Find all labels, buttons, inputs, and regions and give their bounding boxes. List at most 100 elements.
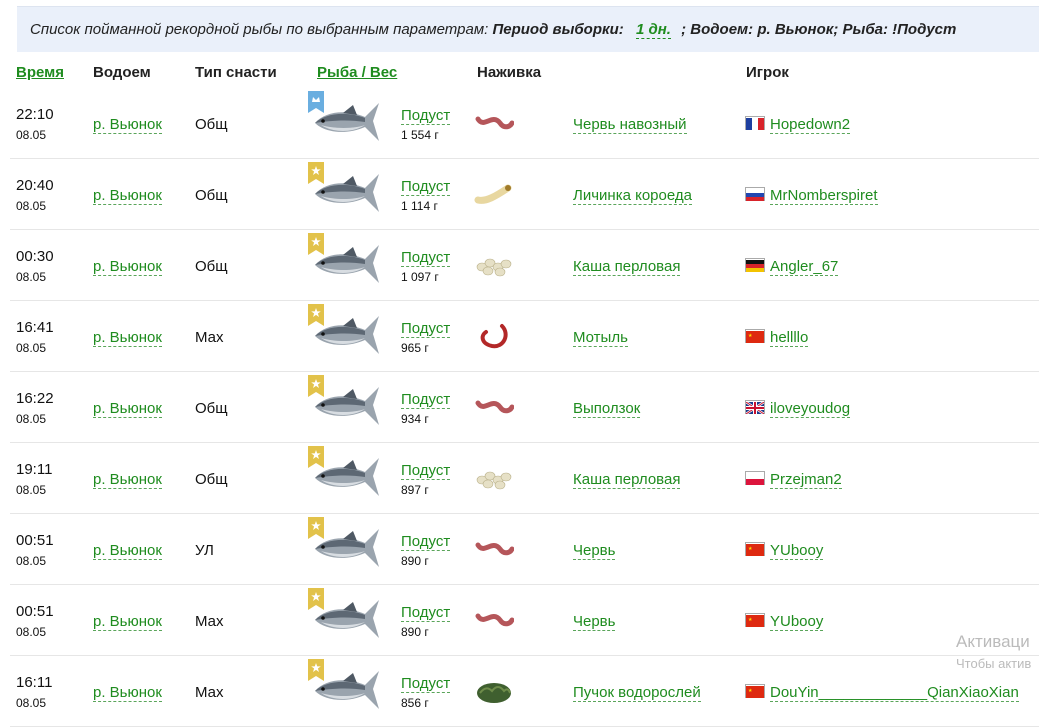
svg-text:★: ★ bbox=[748, 688, 753, 694]
catch-date: 08.05 bbox=[16, 554, 47, 568]
flag-china-icon: ★ bbox=[745, 329, 765, 343]
header-player: Игрок bbox=[746, 64, 789, 81]
header-bait: Наживка bbox=[477, 64, 542, 81]
flag-france-icon bbox=[745, 116, 765, 130]
player-link[interactable]: DouYin_____________QianXiaoXian bbox=[770, 684, 1019, 702]
fish-link[interactable]: Подуст bbox=[401, 604, 451, 622]
gear-type: Мах bbox=[195, 684, 224, 701]
catch-date: 08.05 bbox=[16, 625, 47, 639]
bait-link[interactable]: Червь bbox=[573, 542, 616, 560]
player-link[interactable]: Hopedown2 bbox=[770, 116, 851, 134]
lake-link[interactable]: р. Вьюнок bbox=[93, 471, 162, 489]
banner-suffix: ; Водоем: р. Вьюнок; Рыба: !Подуст bbox=[681, 21, 957, 38]
catch-time: 00:51 bbox=[16, 603, 54, 620]
fish-weight: 965 г bbox=[401, 341, 429, 355]
fish-link[interactable]: Подуст bbox=[401, 320, 451, 338]
header-fish-sort[interactable]: Рыба / Вес bbox=[317, 64, 397, 81]
fish-link[interactable]: Подуст bbox=[401, 391, 451, 409]
catch-date: 08.05 bbox=[16, 341, 47, 355]
lake-link[interactable]: р. Вьюнок bbox=[93, 329, 162, 347]
bait-link[interactable]: Выползок bbox=[573, 400, 641, 418]
period-label: Период выборки: bbox=[492, 21, 624, 38]
table-row: 00:51 08.05 р. Вьюнок Мах Подуст 890 г Червь ★ Y… bbox=[10, 584, 1039, 656]
fish-weight: 1 097 г bbox=[401, 270, 439, 284]
header-time-sort[interactable]: Время bbox=[16, 64, 64, 81]
bait-link[interactable]: Каша перловая bbox=[573, 471, 681, 489]
fish-link[interactable]: Подуст bbox=[401, 533, 451, 551]
gear-type: Мах bbox=[195, 329, 224, 346]
table-row: 20:40 08.05 р. Вьюнок Общ Подуст 1 114 г Личин… bbox=[10, 158, 1039, 230]
fish-link[interactable]: Подуст bbox=[401, 462, 451, 480]
catch-date: 08.05 bbox=[16, 696, 47, 710]
catch-time: 20:40 bbox=[16, 177, 54, 194]
porridge-icon bbox=[474, 464, 514, 492]
fish-weight: 1 554 г bbox=[401, 128, 439, 142]
banner-prefix: Список пойманной рекордной рыбы по выбра… bbox=[30, 21, 489, 38]
catch-time: 00:30 bbox=[16, 248, 54, 265]
fish-weight: 890 г bbox=[401, 625, 429, 639]
flag-russia-icon bbox=[745, 187, 765, 201]
header-gear: Тип снасти bbox=[195, 64, 277, 81]
bait-link[interactable]: Червь bbox=[573, 613, 616, 631]
lake-link[interactable]: р. Вьюнок bbox=[93, 116, 162, 134]
catch-date: 08.05 bbox=[16, 412, 47, 426]
bait-link[interactable]: Червь навозный bbox=[573, 116, 687, 134]
lake-link[interactable]: р. Вьюнок bbox=[93, 400, 162, 418]
catch-time: 16:41 bbox=[16, 319, 54, 336]
bait-link[interactable]: Мотыль bbox=[573, 329, 628, 347]
player-link[interactable]: MrNomberspiret bbox=[770, 187, 878, 205]
fish-icon bbox=[313, 95, 381, 145]
catch-date: 08.05 bbox=[16, 483, 47, 497]
fish-link[interactable]: Подуст bbox=[401, 675, 451, 693]
watermark-line1: Активаци bbox=[956, 632, 1030, 651]
algae-icon bbox=[474, 677, 514, 705]
bait-link[interactable]: Каша перловая bbox=[573, 258, 681, 276]
flag-china-icon: ★ bbox=[745, 684, 765, 698]
fish-link[interactable]: Подуст bbox=[401, 107, 451, 125]
worm-icon bbox=[474, 535, 515, 563]
fish-icon bbox=[313, 379, 381, 429]
catch-time: 16:11 bbox=[16, 674, 53, 691]
flag-uk-icon bbox=[745, 400, 765, 415]
bait-link[interactable]: Личинка короеда bbox=[573, 187, 692, 205]
catch-time: 00:51 bbox=[16, 532, 54, 549]
catch-date: 08.05 bbox=[16, 270, 47, 284]
catch-date: 08.05 bbox=[16, 199, 47, 213]
player-link[interactable]: Przejman2 bbox=[770, 471, 842, 489]
table-row: 00:51 08.05 р. Вьюнок УЛ Подуст 890 г Червь ★ YU… bbox=[10, 513, 1039, 585]
lake-link[interactable]: р. Вьюнок bbox=[93, 542, 162, 560]
player-link[interactable]: iloveyoudog bbox=[770, 400, 851, 418]
bait-link[interactable]: Пучок водорослей bbox=[573, 684, 701, 702]
lake-link[interactable]: р. Вьюнок bbox=[93, 613, 162, 631]
gear-type: Общ bbox=[195, 258, 228, 275]
player-link[interactable]: YUbooy bbox=[770, 542, 824, 560]
fish-icon bbox=[313, 166, 381, 216]
table-row: 22:10 08.05 р. Вьюнок Общ Подуст 1 554 г Червь… bbox=[10, 87, 1039, 159]
lake-link[interactable]: р. Вьюнок bbox=[93, 187, 162, 205]
fish-weight: 897 г bbox=[401, 483, 429, 497]
player-link[interactable]: hellllo bbox=[770, 329, 809, 347]
fish-icon bbox=[313, 450, 381, 500]
bloodworm-icon bbox=[474, 322, 514, 350]
gear-type: Общ bbox=[195, 400, 228, 417]
header-lake: Водоем bbox=[93, 64, 151, 81]
player-link[interactable]: Angler_67 bbox=[770, 258, 839, 276]
gear-type: Общ bbox=[195, 471, 228, 488]
fish-icon bbox=[313, 592, 381, 642]
catch-date: 08.05 bbox=[16, 128, 47, 142]
fish-link[interactable]: Подуст bbox=[401, 178, 451, 196]
lake-link[interactable]: р. Вьюнок bbox=[93, 258, 162, 276]
worm-icon bbox=[474, 606, 515, 634]
fish-weight: 856 г bbox=[401, 696, 429, 710]
lake-link[interactable]: р. Вьюнок bbox=[93, 684, 162, 702]
svg-text:★: ★ bbox=[748, 546, 753, 552]
table-row: 16:11 08.05 р. Вьюнок Мах Подуст 856 г Пучок в… bbox=[10, 655, 1039, 727]
gear-type: Общ bbox=[195, 116, 228, 133]
fish-icon bbox=[313, 663, 381, 713]
player-link[interactable]: YUbooy bbox=[770, 613, 824, 631]
fish-weight: 934 г bbox=[401, 412, 429, 426]
fish-weight: 890 г bbox=[401, 554, 429, 568]
period-link[interactable]: 1 дн. bbox=[635, 21, 671, 39]
fish-link[interactable]: Подуст bbox=[401, 249, 451, 267]
filter-summary: Список пойманной рекордной рыбы по выбра… bbox=[30, 21, 957, 39]
